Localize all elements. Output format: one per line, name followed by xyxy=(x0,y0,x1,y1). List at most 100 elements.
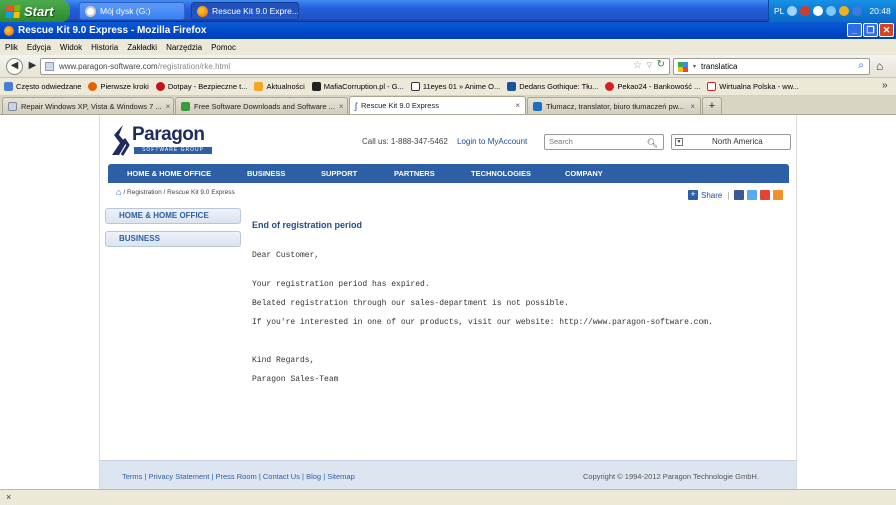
update-icon[interactable] xyxy=(813,6,824,16)
bookmark-star-icon[interactable]: ☆ xyxy=(633,60,642,71)
nav-technologies[interactable]: TECHNOLOGIES xyxy=(471,169,531,178)
dropdown-icon[interactable]: ▼ xyxy=(675,138,683,146)
signature-text: Paragon Sales-Team xyxy=(252,375,339,384)
pekao-icon xyxy=(605,82,615,91)
nav-support[interactable]: SUPPORT xyxy=(321,169,357,178)
search-placeholder: Search xyxy=(549,137,573,146)
share-plus-icon[interactable]: + xyxy=(688,190,698,200)
search-icon[interactable]: 🔍︎ xyxy=(647,136,658,150)
security-icon[interactable] xyxy=(800,6,811,16)
firefox-icon xyxy=(4,25,14,36)
clock: 20:48 xyxy=(869,6,891,16)
search-icon[interactable]: ⌕ xyxy=(858,60,864,71)
bookmark-item[interactable]: Wirtualna Polska - ww... xyxy=(707,82,799,91)
site-search-input[interactable]: Search 🔍︎ xyxy=(544,134,664,150)
nav-company[interactable]: COMPANY xyxy=(565,169,603,178)
bookmark-item[interactable]: Pierwsze kroki xyxy=(88,82,149,91)
sync-icon[interactable] xyxy=(826,6,837,16)
tab-label: Free Software Downloads and Software ... xyxy=(194,101,335,111)
menu-edit[interactable]: Edycja xyxy=(27,43,51,52)
taskbar-item-firefox[interactable]: Rescue Kit 9.0 Expre... xyxy=(191,2,299,20)
home-icon[interactable]: ⌂ xyxy=(116,187,121,197)
paragon-logo[interactable]: Paragon SOFTWARE GROUP xyxy=(110,121,215,159)
sidebar-item-home-office[interactable]: HOME & HOME OFFICE xyxy=(105,208,241,224)
taskbar-item-my-drive[interactable]: Mój dysk (G:) xyxy=(79,2,185,20)
new-tab-button[interactable]: + xyxy=(702,97,722,114)
bookmark-item[interactable]: Dedans Gothique: Tłu... xyxy=(507,82,598,91)
volume-icon[interactable] xyxy=(852,6,863,16)
close-tab-icon[interactable]: × xyxy=(339,102,344,111)
close-tab-icon[interactable]: × xyxy=(690,102,695,111)
firefox-icon xyxy=(197,5,208,17)
twitter-icon[interactable] xyxy=(747,190,758,200)
maximize-button[interactable]: ❐ xyxy=(863,23,878,37)
windows-flag-icon xyxy=(5,4,21,18)
bookmark-item[interactable]: MafiaCorruption.pl - G... xyxy=(311,82,404,91)
call-us-text: Call us: 1-888-347-5462 xyxy=(362,137,448,146)
url-bar[interactable]: www.paragon-software.com/registration/rk… xyxy=(40,58,670,75)
window-title: Rescue Kit 9.0 Express - Mozilla Firefox xyxy=(18,25,207,36)
network-icon[interactable] xyxy=(787,6,798,16)
bookmark-label: Aktualności xyxy=(266,82,305,91)
tab-free-software[interactable]: Free Software Downloads and Software ...… xyxy=(175,97,348,114)
minimize-button[interactable]: _ xyxy=(847,23,862,37)
start-button[interactable]: Start xyxy=(0,0,70,22)
close-statusbar-icon[interactable]: × xyxy=(6,492,11,502)
taskbar-item-label: Mój dysk (G:) xyxy=(100,6,151,16)
tab-translator[interactable]: Tłumacz, translator, biuro tłumaczeń pw.… xyxy=(527,97,701,114)
bookmark-label: Dedans Gothique: Tłu... xyxy=(519,82,599,91)
menu-tools[interactable]: Narzędzia xyxy=(166,43,202,52)
menu-bookmarks[interactable]: Zakładki xyxy=(127,43,157,52)
rss-icon xyxy=(254,82,264,91)
menu-view[interactable]: Widok xyxy=(60,43,82,52)
close-tab-icon[interactable]: × xyxy=(515,101,520,110)
back-arrow-icon[interactable]: ◀ xyxy=(6,58,23,75)
search-bar[interactable]: ▾ translatica ⌕ xyxy=(673,58,870,75)
history-dropdown-icon[interactable]: ▽ xyxy=(647,61,652,69)
rss-icon[interactable] xyxy=(773,190,784,200)
bookmark-item[interactable]: Aktualności xyxy=(254,82,305,91)
translator-icon xyxy=(533,101,542,111)
bookmark-item[interactable]: 11eyes 01 » Anime O... xyxy=(410,82,500,91)
nav-partners[interactable]: PARTNERS xyxy=(394,169,435,178)
body-paragraph: If you're interested in one of our produ… xyxy=(252,318,713,327)
site-identity-icon[interactable] xyxy=(45,62,54,71)
bookmark-item[interactable]: Często odwiedzane xyxy=(4,82,81,91)
tab-rescue-kit[interactable]: ʃ Rescue Kit 9.0 Express × xyxy=(349,96,526,114)
forward-arrow-icon[interactable]: ▶ xyxy=(25,59,40,74)
antivirus-icon[interactable] xyxy=(839,6,850,16)
bookmark-label: Często odwiedzane xyxy=(16,82,82,91)
region-select[interactable]: ▼ North America xyxy=(671,134,791,150)
share-label[interactable]: Share xyxy=(701,191,722,200)
language-indicator[interactable]: PL xyxy=(774,6,784,16)
search-engine-icon[interactable] xyxy=(678,61,688,72)
home-icon[interactable]: ⌂ xyxy=(876,59,883,73)
close-window-button[interactable]: ✕ xyxy=(879,23,894,37)
blog-icon xyxy=(507,82,517,91)
menu-history[interactable]: Historia xyxy=(91,43,118,52)
close-tab-icon[interactable]: × xyxy=(166,102,171,111)
nav-business[interactable]: BUSINESS xyxy=(247,169,285,178)
sidebar-item-business[interactable]: BUSINESS xyxy=(105,231,241,247)
menu-help[interactable]: Pomoc xyxy=(211,43,236,52)
engine-dropdown-icon[interactable]: ▾ xyxy=(693,63,696,70)
breadcrumb-text[interactable]: / Registration / Rescue Kit 9.0 Express xyxy=(123,189,234,196)
footer-links[interactable]: Terms | Privacy Statement | Press Room |… xyxy=(122,472,355,481)
login-link[interactable]: Login to MyAccount xyxy=(457,137,527,146)
reload-icon[interactable]: ↻ xyxy=(657,59,665,70)
breadcrumb: ⌂ / Registration / Rescue Kit 9.0 Expres… xyxy=(116,187,235,197)
facebook-icon[interactable] xyxy=(734,190,745,200)
closing-text: Kind Regards, xyxy=(252,356,315,365)
nav-home-office[interactable]: HOME & HOME OFFICE xyxy=(127,169,211,178)
bookmark-item[interactable]: Dotpay - Bezpieczne t... xyxy=(155,82,247,91)
tab-repair-windows[interactable]: Repair Windows XP, Vista & Windows 7 ...… xyxy=(2,97,174,114)
region-value: North America xyxy=(712,137,763,146)
menu-file[interactable]: Plik xyxy=(5,43,18,52)
url-host: www.paragon-software.com xyxy=(59,62,158,71)
blogger-icon[interactable] xyxy=(760,190,771,200)
dotpay-icon xyxy=(155,82,165,91)
more-bookmarks-icon[interactable]: » xyxy=(882,80,888,91)
search-input[interactable]: translatica xyxy=(701,62,737,71)
bookmark-item[interactable]: Pekao24 - Bankowość ... xyxy=(605,82,700,91)
page-icon xyxy=(8,101,17,111)
